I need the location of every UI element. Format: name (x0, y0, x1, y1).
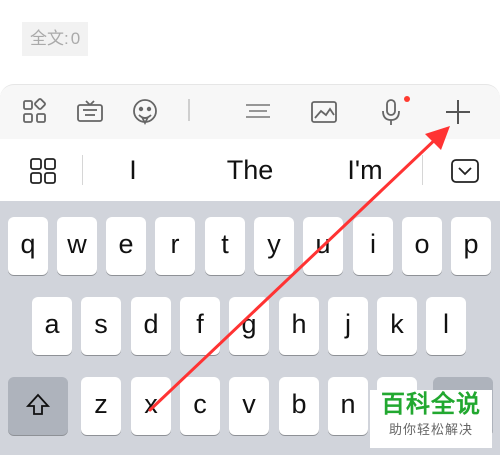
plus-icon[interactable] (443, 97, 473, 127)
key-e[interactable]: e (106, 217, 146, 275)
watermark: 百科全说 助你轻松解决 (370, 390, 492, 448)
align-icon[interactable] (243, 97, 273, 127)
microphone-icon[interactable] (376, 97, 406, 127)
watermark-subtitle: 助你轻松解决 (388, 422, 473, 437)
suggestion-separator (422, 155, 423, 185)
editor-area[interactable]: 全文: 0 (0, 0, 500, 84)
word-count-badge: 全文: 0 (22, 22, 89, 56)
key-x[interactable]: x (131, 377, 171, 435)
hide-keyboard-icon[interactable] (450, 156, 480, 186)
key-d[interactable]: d (131, 297, 171, 355)
key-j[interactable]: j (328, 297, 368, 355)
suggestion-bar: I The I'm (0, 139, 500, 201)
keyboard-toggle-icon[interactable] (75, 97, 105, 127)
key-g[interactable]: g (229, 297, 269, 355)
key-k[interactable]: k (377, 297, 417, 355)
key-h[interactable]: h (279, 297, 319, 355)
grid-apps-icon[interactable] (20, 97, 50, 127)
key-a[interactable]: a (32, 297, 72, 355)
key-i[interactable]: i (353, 217, 393, 275)
mic-notification-dot (404, 96, 410, 102)
grid-icon[interactable] (28, 156, 58, 186)
key-p[interactable]: p (451, 217, 491, 275)
suggestion-item[interactable]: I (88, 139, 178, 201)
key-s[interactable]: s (81, 297, 121, 355)
key-c[interactable]: c (180, 377, 220, 435)
key-l[interactable]: l (426, 297, 466, 355)
key-u[interactable]: u (303, 217, 343, 275)
key-f[interactable]: f (180, 297, 220, 355)
shift-key[interactable] (8, 377, 68, 435)
key-b[interactable]: b (279, 377, 319, 435)
key-o[interactable]: o (402, 217, 442, 275)
image-icon[interactable] (309, 97, 339, 127)
suggestion-item[interactable]: The (190, 139, 310, 201)
key-t[interactable]: t (205, 217, 245, 275)
suggestion-item[interactable]: I'm (320, 139, 410, 201)
watermark-title: 百科全说 (381, 391, 481, 418)
word-count-value: 0 (70, 29, 81, 48)
key-z[interactable]: z (81, 377, 121, 435)
editor-toolbar (0, 84, 500, 140)
key-y[interactable]: y (254, 217, 294, 275)
key-v[interactable]: v (229, 377, 269, 435)
key-n[interactable]: n (328, 377, 368, 435)
key-w[interactable]: w (57, 217, 97, 275)
toolbar-divider (188, 99, 190, 121)
suggestion-separator (82, 155, 83, 185)
word-count-label: 全文: (30, 29, 69, 48)
key-r[interactable]: r (155, 217, 195, 275)
shift-icon (8, 377, 68, 418)
emoji-icon[interactable] (130, 97, 160, 127)
key-q[interactable]: q (8, 217, 48, 275)
